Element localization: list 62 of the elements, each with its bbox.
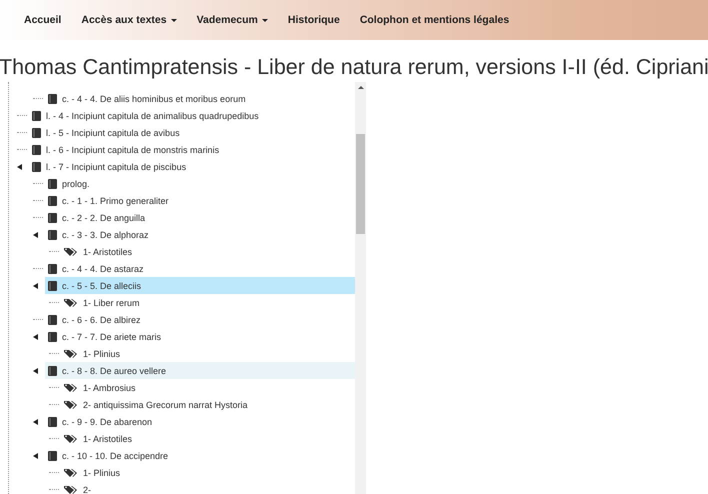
book-icon xyxy=(48,280,57,290)
book-icon xyxy=(32,144,41,154)
nav-link[interactable]: Vademecum xyxy=(186,14,278,26)
tree-item[interactable]: prolog. xyxy=(45,175,356,192)
tree-item[interactable]: c. - 4 - 4. De astaraz xyxy=(45,260,356,277)
expanded-triangle-icon[interactable] xyxy=(17,164,22,170)
nav-link[interactable]: Colophon et mentions légales xyxy=(350,14,520,26)
tree-item[interactable]: c. - 6 - 6. De albirez xyxy=(45,311,356,328)
book-icon xyxy=(48,416,57,426)
book-icon xyxy=(32,128,41,138)
book-icon xyxy=(48,212,57,222)
tree-item[interactable]: 2- antiquissima Grecorum narrat Hystoria xyxy=(61,396,356,413)
tree-item[interactable]: 1- Ambrosius xyxy=(61,379,356,396)
tree-item[interactable]: l. - 4 - Incipiunt capitula de animalibus quadrupedibus xyxy=(29,107,356,124)
expanded-triangle-icon[interactable] xyxy=(33,368,38,374)
tags-icon xyxy=(64,382,78,392)
tree-item[interactable]: 1- Plinius xyxy=(61,464,356,481)
tree-item[interactable]: 1- Liber rerum xyxy=(61,294,356,311)
tags-icon xyxy=(64,246,78,256)
tree-item[interactable]: c. - 7 - 7. De ariete maris xyxy=(45,328,356,345)
tree-item[interactable]: 1- Plinius xyxy=(61,345,356,362)
tree-item[interactable]: c. - 10 - 10. De accipendre xyxy=(45,447,356,464)
tree-item[interactable]: 2- xyxy=(61,481,356,494)
book-icon xyxy=(48,332,57,342)
scrollbar-thumb[interactable] xyxy=(356,134,366,234)
nav-link[interactable]: Historique xyxy=(278,14,350,26)
expanded-triangle-icon[interactable] xyxy=(33,282,38,288)
tree-item[interactable]: c. - 4 - 4. De aliis hominibus et moribus eorum xyxy=(45,90,356,107)
scrollbar[interactable] xyxy=(355,82,366,494)
tree-item[interactable]: 1- Aristotiles xyxy=(61,430,356,447)
tree-item[interactable]: l. - 6 - Incipiunt capitula de monstris marinis xyxy=(29,141,356,158)
tags-icon xyxy=(64,468,78,478)
tree-item[interactable]: l. - 7 - Incipiunt capitula de piscibus xyxy=(29,158,356,175)
tags-icon xyxy=(64,348,78,358)
nav-link[interactable]: Accès aux textes xyxy=(71,14,187,26)
tree-item[interactable]: l. - 5 - Incipiunt capitula de avibus xyxy=(29,124,356,141)
book-icon xyxy=(48,196,57,206)
nav-link[interactable]: Accueil xyxy=(14,14,72,26)
book-icon xyxy=(32,162,41,172)
expanded-triangle-icon[interactable] xyxy=(33,418,38,424)
tags-icon xyxy=(64,298,78,308)
tree-item[interactable]: 1- Aristotiles xyxy=(61,243,356,260)
book-icon xyxy=(32,110,41,120)
expanded-triangle-icon[interactable] xyxy=(33,452,38,458)
tree-item[interactable]: c. - 2 - 2. De anguilla xyxy=(45,209,356,226)
book-icon xyxy=(48,450,57,460)
book-icon xyxy=(48,178,57,188)
tree-item[interactable]: c. - 1 - 1. Primo generaliter xyxy=(45,192,356,209)
book-icon xyxy=(48,94,57,104)
book-icon xyxy=(48,230,57,240)
book-icon xyxy=(48,366,57,376)
expanded-triangle-icon[interactable] xyxy=(33,232,38,238)
tree-item[interactable]: c. - 9 - 9. De abarenon xyxy=(45,413,356,430)
scroll-up-arrow-icon[interactable] xyxy=(358,86,364,89)
book-icon xyxy=(48,264,57,274)
tree-item[interactable]: c. - 8 - 8. De aureo vellere xyxy=(45,362,356,379)
tags-icon xyxy=(64,434,78,444)
book-icon xyxy=(48,314,57,324)
tags-icon xyxy=(64,400,78,410)
tree-item[interactable]: c. - 5 - 5. De alleciis xyxy=(45,277,356,294)
tree-item[interactable]: c. - 3 - 3. De alphoraz xyxy=(45,226,356,243)
expanded-triangle-icon[interactable] xyxy=(33,334,38,340)
